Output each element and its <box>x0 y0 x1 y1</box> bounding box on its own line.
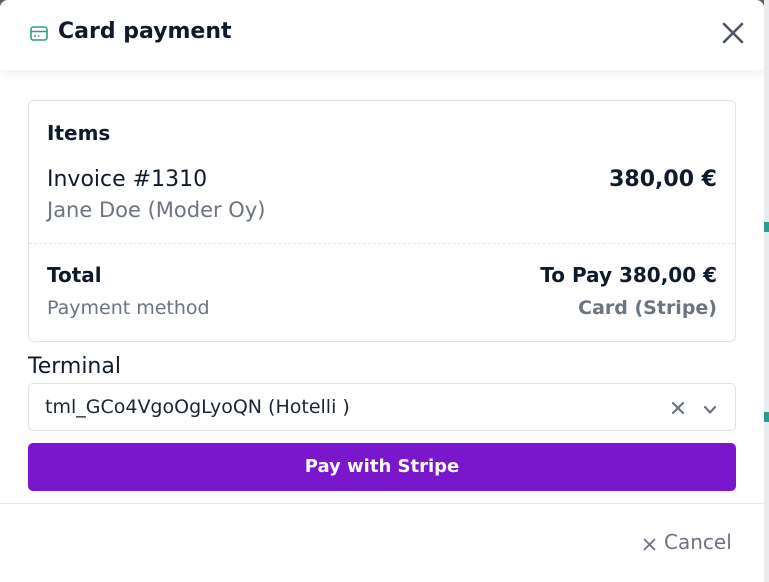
card-payment-modal: Card payment Items Invoice #1310 Jane Do… <box>0 0 764 582</box>
payment-method-value: Card (Stripe) <box>578 297 717 319</box>
cancel-button[interactable]: Cancel <box>640 528 740 558</box>
total-value: To Pay 380,00 € <box>540 263 717 287</box>
terminal-selected-value: tml_GCo4VgoOgLyoQN (Hotelli ) <box>45 396 350 418</box>
backdrop-accent <box>764 412 769 422</box>
items-heading: Items <box>47 121 111 145</box>
chevron-down-icon[interactable] <box>703 401 717 414</box>
payment-method-label: Payment method <box>47 297 210 319</box>
backdrop-accent <box>764 222 769 232</box>
items-card: Items Invoice #1310 Jane Doe (Moder Oy) … <box>28 100 736 342</box>
invoice-title: Invoice #1310 <box>47 167 208 192</box>
close-icon[interactable] <box>718 18 748 48</box>
pay-with-stripe-button[interactable]: Pay with Stripe <box>28 443 736 491</box>
clear-icon[interactable] <box>671 400 685 415</box>
invoice-customer: Jane Doe (Moder Oy) <box>47 198 266 222</box>
total-label: Total <box>47 263 102 287</box>
invoice-amount: 380,00 € <box>609 167 717 192</box>
footer-divider <box>0 503 764 504</box>
terminal-label: Terminal <box>28 354 121 379</box>
backdrop <box>764 0 769 582</box>
cancel-label: Cancel <box>664 530 732 554</box>
modal-title: Card payment <box>58 19 232 44</box>
modal-header: Card payment <box>0 0 764 70</box>
terminal-select[interactable]: tml_GCo4VgoOgLyoQN (Hotelli ) <box>28 383 736 431</box>
credit-card-icon <box>30 26 48 41</box>
close-icon <box>643 536 656 551</box>
divider <box>29 243 735 244</box>
